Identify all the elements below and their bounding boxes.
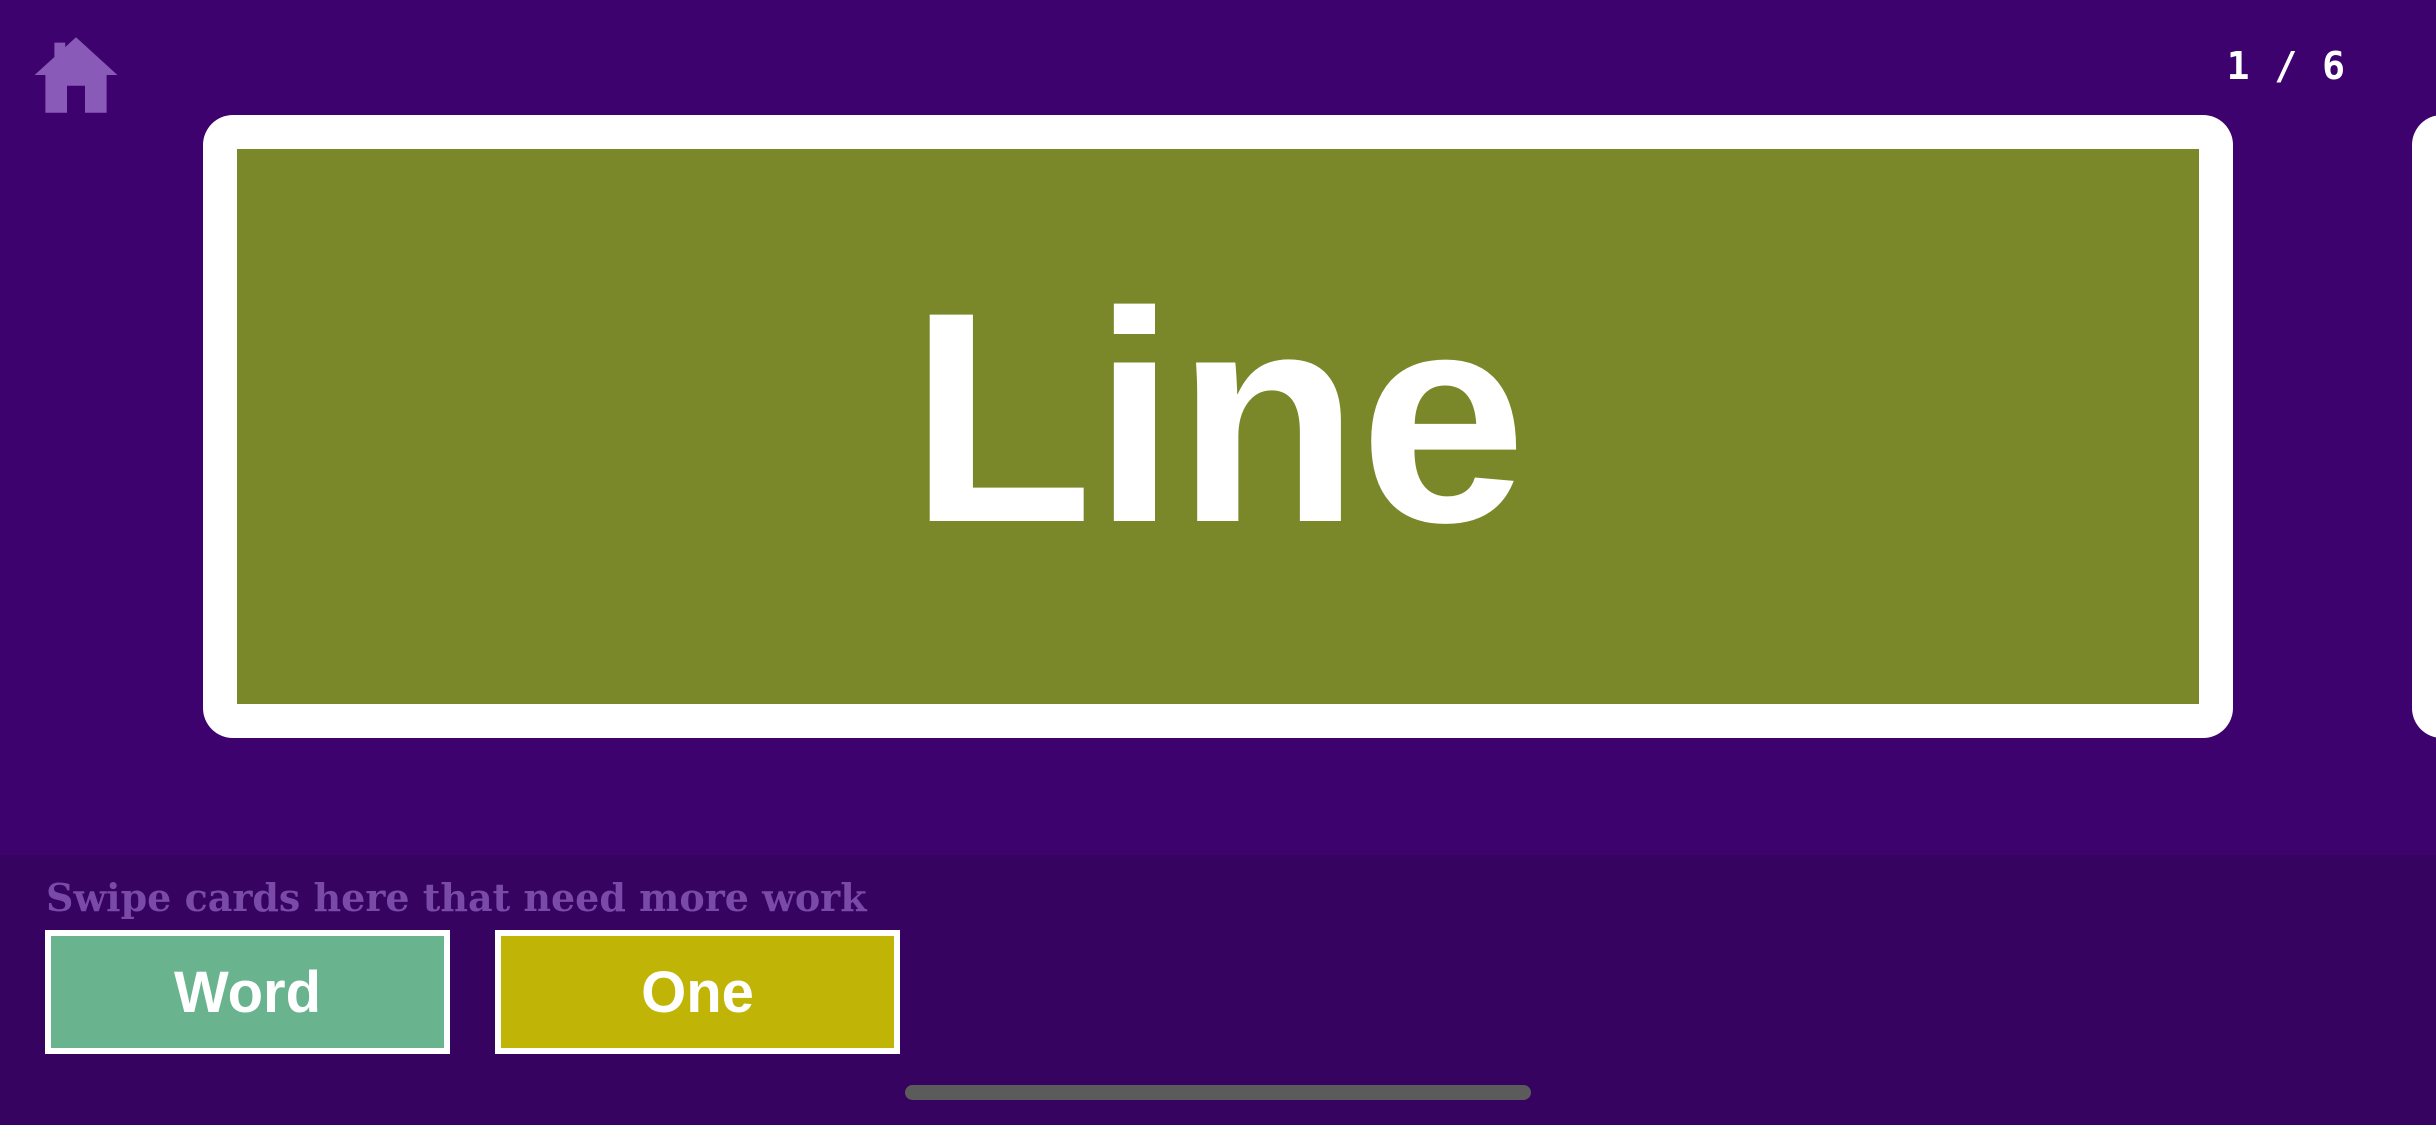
home-icon (34, 37, 118, 113)
flashcard-word: Line (909, 248, 1527, 585)
flashcard-current[interactable]: Line (203, 115, 2233, 738)
card-counter: 1 / 6 (2226, 44, 2346, 88)
home-indicator-bar[interactable] (905, 1085, 1531, 1100)
home-button[interactable] (30, 30, 122, 120)
tray-card-one[interactable]: One (495, 930, 900, 1054)
tray-hint-text: Swipe cards here that need more work (46, 875, 867, 920)
flashcard-next-peek[interactable] (2412, 115, 2436, 738)
tray-card-word[interactable]: Word (45, 930, 450, 1054)
flashcard-face: Line (237, 149, 2199, 704)
